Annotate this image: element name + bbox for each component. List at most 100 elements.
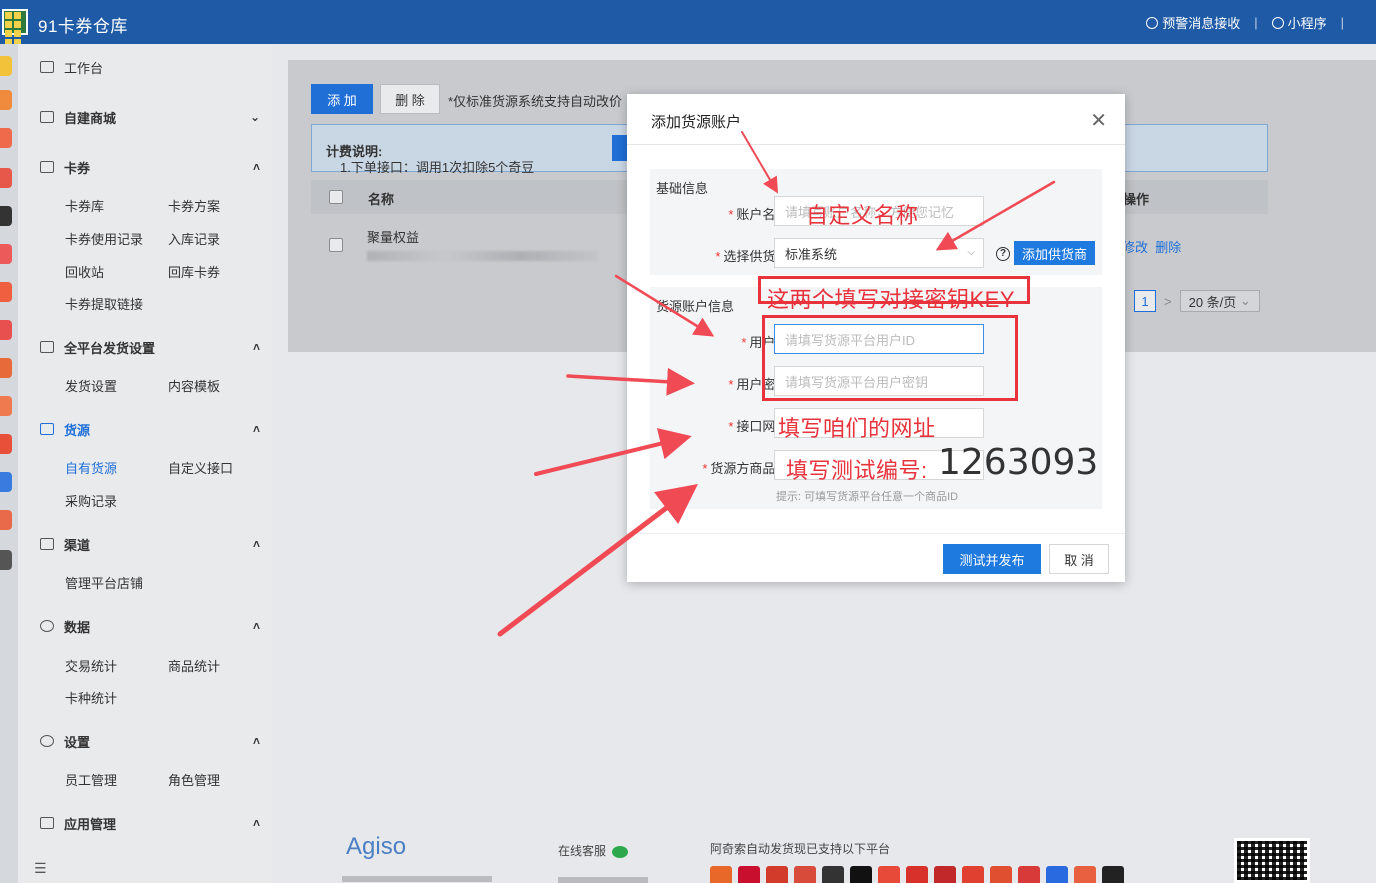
chevron-up-icon: ˄ xyxy=(252,816,260,830)
platforms-text: 阿奇索自动发货现已支持以下平台 xyxy=(710,842,891,856)
sidebar-group-mall[interactable]: 自建商城 ⌄ xyxy=(40,106,260,128)
app-icon-rail xyxy=(0,44,18,883)
row-actions: 修改 删除 xyxy=(1122,237,1181,256)
rail-app-icon[interactable] xyxy=(0,128,12,148)
rail-app-icon[interactable] xyxy=(0,168,12,188)
top-bar: 91卡券仓库 预警消息接收 | 小程序 | xyxy=(0,0,1376,55)
page-size-select[interactable]: 20 条/页 ⌄ xyxy=(1179,290,1260,312)
chevron-down-icon: ⌵ xyxy=(967,247,975,258)
alert-link[interactable]: 预警消息接收 xyxy=(1146,13,1240,32)
pagination: 1 > 20 条/页 ⌄ xyxy=(1134,290,1260,312)
sidebar-item-stock-in[interactable]: 入库记录 xyxy=(168,229,220,248)
customer-service-link[interactable]: 在线客服 xyxy=(558,842,629,859)
alert-label: 预警消息接收 xyxy=(1162,16,1241,31)
annotation-fill-test-id: 填写测试编号: xyxy=(786,458,928,483)
rail-app-icon[interactable] xyxy=(0,434,12,454)
sidebar-group-source[interactable]: 货源 ˄ xyxy=(40,418,260,440)
shop-icon xyxy=(40,111,54,123)
rail-app-icon[interactable] xyxy=(0,90,12,110)
sidebar-item-manage-shops[interactable]: 管理平台店铺 xyxy=(65,573,143,592)
sidebar-item-returned[interactable]: 回库卡券 xyxy=(168,262,220,281)
annotation-fill-url: 填写咱们的网址 xyxy=(778,416,936,441)
sidebar-item-trade-stats[interactable]: 交易统计 xyxy=(65,656,117,675)
delete-button[interactable]: 删 除 xyxy=(380,84,440,114)
rail-app-icon[interactable] xyxy=(0,282,12,302)
tiktok-icon xyxy=(850,866,872,883)
rail-app-icon[interactable] xyxy=(0,510,12,530)
supplier-select[interactable]: 标准系统 ⌵ xyxy=(774,238,984,268)
sidebar-group-delivery[interactable]: 全平台发货设置 ˄ xyxy=(40,336,260,358)
sidebar-group-label: 渠道 xyxy=(64,537,91,553)
sidebar-item-coupon-usage[interactable]: 卡券使用记录 xyxy=(65,229,143,248)
rail-app-icon[interactable] xyxy=(0,550,12,570)
sidebar-group-settings[interactable]: 设置 ˄ xyxy=(40,730,260,752)
sidebar-item-roles[interactable]: 角色管理 xyxy=(168,770,220,789)
chevron-up-icon: ˄ xyxy=(252,619,260,633)
close-icon[interactable]: ✕ xyxy=(1090,108,1107,133)
cancel-button[interactable]: 取 消 xyxy=(1049,544,1109,574)
chevron-up-icon: ˄ xyxy=(252,734,260,748)
sidebar-item-coupon-lib[interactable]: 卡券库 xyxy=(65,196,104,215)
divider: | xyxy=(1254,15,1258,30)
sidebar-group-coupon[interactable]: 卡券 ˄ xyxy=(40,156,260,178)
sidebar-item-coupon-plan[interactable]: 卡券方案 xyxy=(168,196,220,215)
sidebar-item-recycle[interactable]: 回收站 xyxy=(65,262,104,281)
platform-icon xyxy=(878,866,900,883)
sidebar-item-product-stats[interactable]: 商品统计 xyxy=(168,656,220,675)
rail-app-icon[interactable] xyxy=(0,320,12,340)
sidebar-group-apps[interactable]: 应用管理 ˄ xyxy=(40,812,260,834)
collapse-menu-icon[interactable]: ☰ xyxy=(34,860,47,877)
page-current[interactable]: 1 xyxy=(1134,290,1156,312)
sidebar-group-label: 全平台发货设置 xyxy=(64,340,156,356)
sidebar-item-purchase-log[interactable]: 采购记录 xyxy=(65,491,117,510)
row-edit-link[interactable]: 修改 xyxy=(1122,240,1148,255)
rail-app-icon[interactable] xyxy=(0,358,12,378)
section-title: 货源账户信息 xyxy=(656,299,735,314)
divider: | xyxy=(1340,15,1344,30)
annotation-fill-keys: 这两个填写对接密钥KEY xyxy=(767,287,1016,312)
sidebar-group-label: 应用管理 xyxy=(64,816,117,832)
sidebar-item-workbench[interactable]: 工作台 xyxy=(40,56,103,78)
rail-app-icon[interactable] xyxy=(0,206,12,226)
platform-icon xyxy=(962,866,984,883)
platform-icon xyxy=(1074,866,1096,883)
miniapp-link[interactable]: 小程序 xyxy=(1271,13,1327,32)
product-id-hint: 提示: 可填写货源平台任意一个商品ID xyxy=(776,491,959,503)
row-name: 聚量权益 xyxy=(367,230,420,245)
platform-icon xyxy=(934,866,956,883)
supplier-value: 标准系统 xyxy=(785,246,838,262)
billing-text: 计费说明: 1.下单接口：调用1次扣除5个奇豆 xyxy=(326,141,534,175)
sidebar-item-card-stats[interactable]: 卡种统计 xyxy=(65,688,117,707)
sidebar-item-custom-api[interactable]: 自定义接口 xyxy=(168,458,233,477)
select-all-checkbox[interactable] xyxy=(329,190,343,204)
next-page-icon[interactable]: > xyxy=(1164,294,1172,309)
sidebar-item-content-template[interactable]: 内容模板 xyxy=(168,376,220,395)
sidebar-group-label: 自建商城 xyxy=(64,110,117,126)
add-supplier-button[interactable]: 添加供货商 xyxy=(1014,241,1096,265)
billing-detail: 1.下单接口：调用1次扣除5个奇豆 xyxy=(340,160,535,175)
sidebar-group-channel[interactable]: 渠道 ˄ xyxy=(40,533,260,555)
sidebar-item-delivery-settings[interactable]: 发货设置 xyxy=(65,376,117,395)
sidebar-group-stats[interactable]: 数据 ˄ xyxy=(40,615,260,637)
row-checkbox[interactable] xyxy=(329,238,343,252)
rail-app-icon[interactable] xyxy=(0,396,12,416)
sidebar-item-extract-link[interactable]: 卡券提取链接 xyxy=(65,294,143,313)
add-button[interactable]: 添 加 xyxy=(311,84,373,114)
sidebar-item-own-source[interactable]: 自有货源 xyxy=(65,458,117,477)
help-icon[interactable]: ? xyxy=(996,247,1010,261)
row-delete-link[interactable]: 删除 xyxy=(1155,240,1181,255)
platform-icon xyxy=(990,866,1012,883)
dialog-title: 添加货源账户 xyxy=(651,114,742,131)
col-op: 操作 xyxy=(1123,192,1150,207)
sidebar-item-staff[interactable]: 员工管理 xyxy=(65,770,117,789)
platform-icon xyxy=(766,866,788,883)
annotation-highlight-box xyxy=(762,315,1018,401)
chevron-up-icon: ˄ xyxy=(252,160,260,174)
miniapp-icon xyxy=(1271,16,1284,29)
rail-app-icon[interactable] xyxy=(0,56,12,76)
qr-code xyxy=(1234,838,1310,883)
rail-app-icon[interactable] xyxy=(0,472,12,492)
sidebar-group-label: 设置 xyxy=(64,734,91,750)
test-and-publish-button[interactable]: 测试并发布 xyxy=(943,544,1041,574)
rail-app-icon[interactable] xyxy=(0,244,12,264)
